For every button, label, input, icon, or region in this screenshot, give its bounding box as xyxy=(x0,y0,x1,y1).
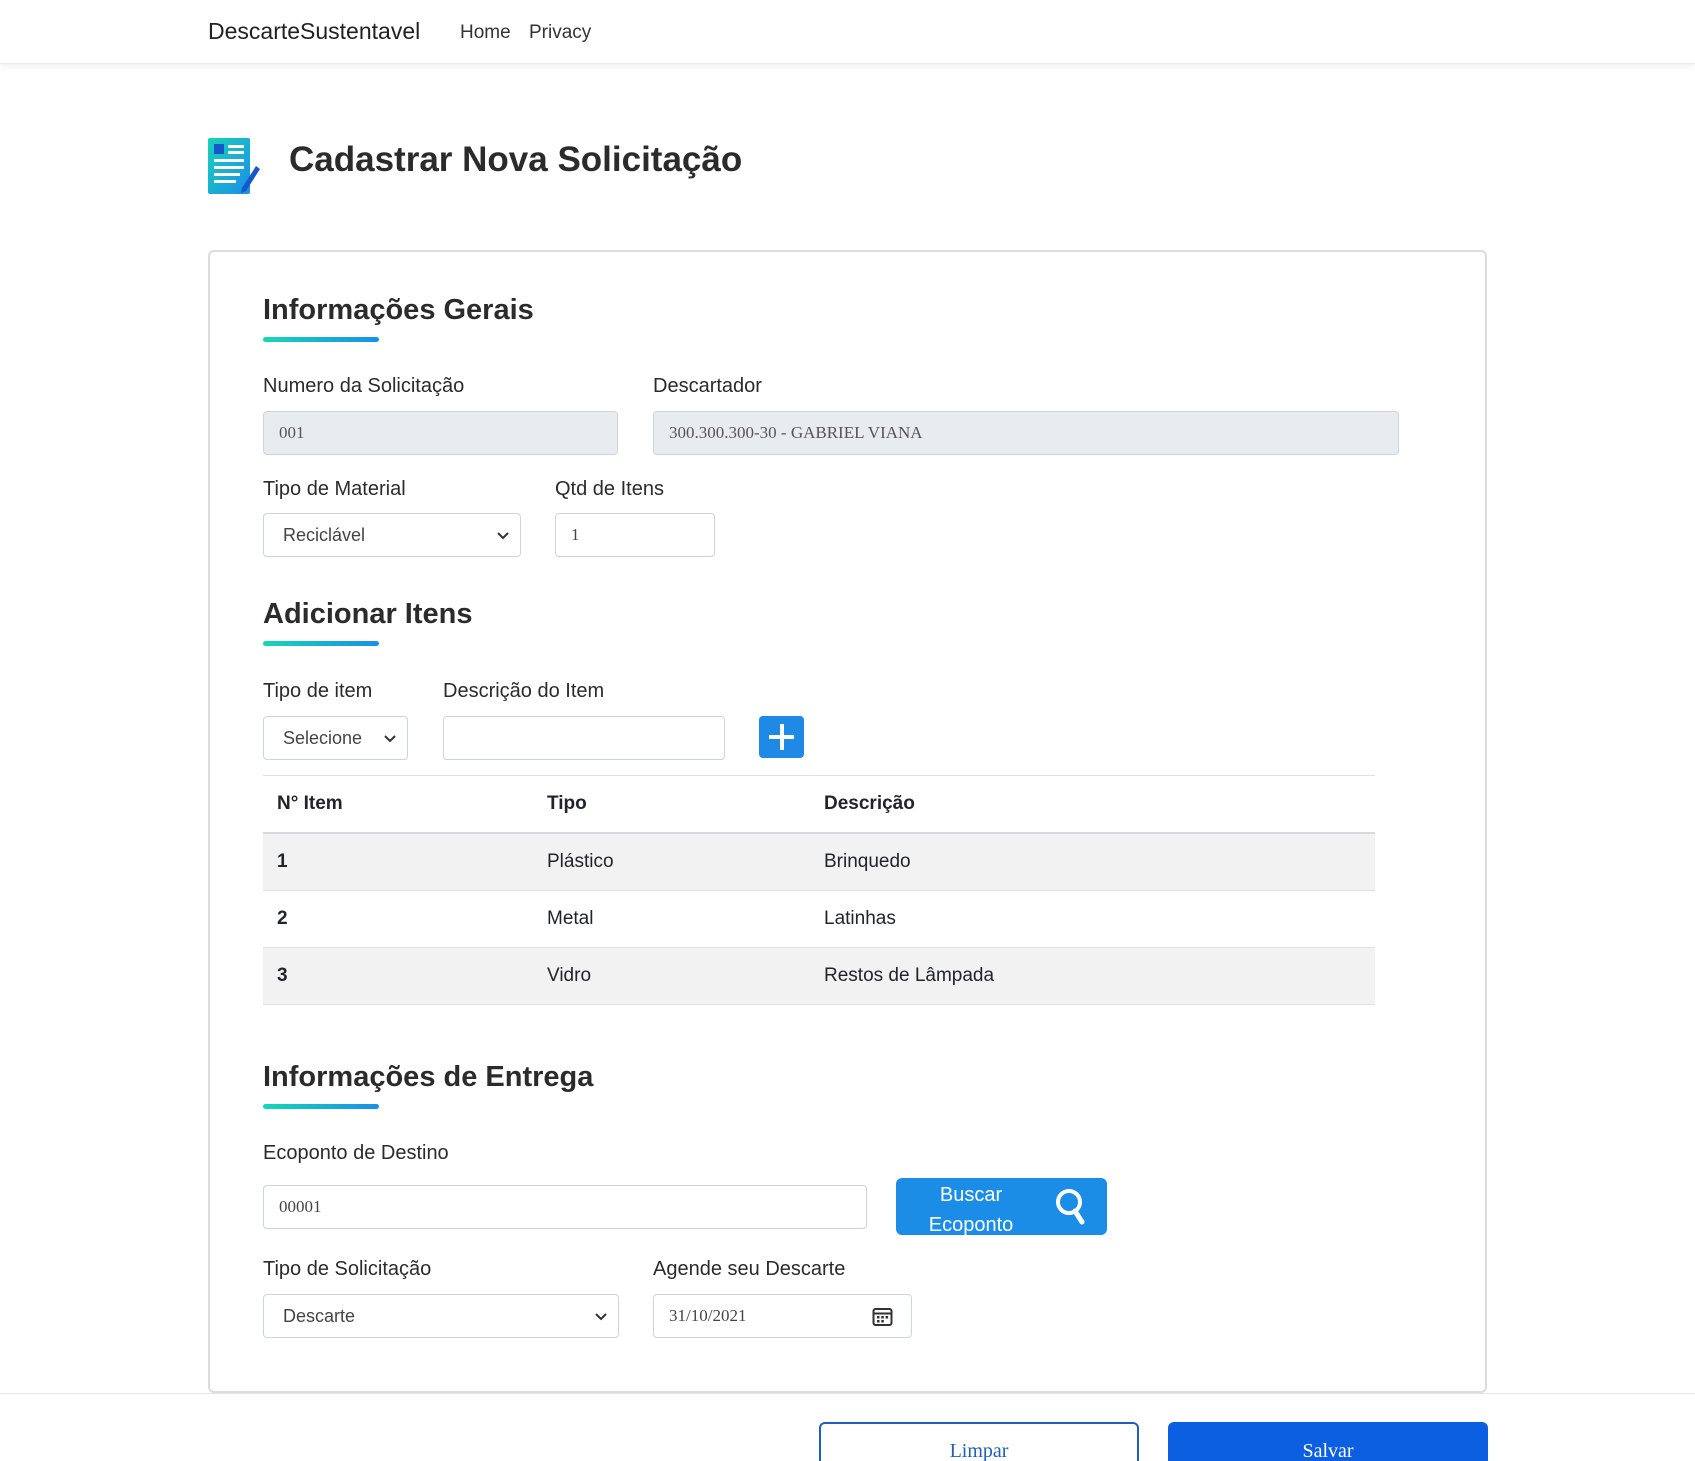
salvar-button[interactable]: Salvar xyxy=(1168,1422,1488,1461)
section-underline xyxy=(263,337,379,342)
chevron-down-icon xyxy=(384,735,396,743)
footer-divider xyxy=(0,1393,1695,1394)
descartador-label: Descartador xyxy=(653,375,762,397)
qtd-input[interactable]: 1 xyxy=(555,513,715,557)
section-title-delivery: Informações de Entrega xyxy=(263,1061,594,1093)
page-title: Cadastrar Nova Solicitação xyxy=(289,140,743,179)
nav-home-link[interactable]: Home xyxy=(460,22,511,44)
table-cell-tipo: Vidro xyxy=(547,965,592,986)
table-cell-descricao: Restos de Lâmpada xyxy=(824,965,995,986)
agende-label: Agende seu Descarte xyxy=(653,1258,846,1280)
buscar-ecoponto-button[interactable]: Buscar Ecoponto xyxy=(896,1178,1107,1236)
table-cell-descricao: Latinhas xyxy=(824,908,896,929)
table-cell-item: 3 xyxy=(277,965,288,986)
chevron-down-icon xyxy=(497,532,509,540)
tipo-solicitacao-value: Descarte xyxy=(283,1305,356,1326)
numero-value: 001 xyxy=(279,423,305,442)
tipo-item-select[interactable]: Selecione xyxy=(263,716,408,760)
table-row[interactable]: 2 Metal Latinhas xyxy=(263,891,1375,948)
descricao-item-label: Descrição do Item xyxy=(443,680,605,702)
qtd-label: Qtd de Itens xyxy=(555,478,664,500)
agende-value: 31/10/2021 xyxy=(669,1306,747,1325)
descartador-value: 300.300.300-30 - GABRIEL VIANA xyxy=(669,423,923,442)
table-row[interactable]: 3 Vidro Restos de Lâmpada xyxy=(263,948,1375,1005)
tipo-item-value: Selecione xyxy=(283,727,363,748)
ecoponto-value: 00001 xyxy=(279,1197,322,1216)
section-underline xyxy=(263,641,379,646)
table-cell-tipo: Plástico xyxy=(547,851,614,872)
tipo-material-label: Tipo de Material xyxy=(263,478,406,500)
descartador-field[interactable]: 300.300.300-30 - GABRIEL VIANA xyxy=(653,411,1399,455)
agende-date-input[interactable]: 31/10/2021 xyxy=(653,1294,912,1338)
tipo-material-select[interactable]: Reciclável xyxy=(263,513,521,557)
navbar: DescarteSustentavel Home Privacy xyxy=(0,0,1695,64)
section-title-general: Informações Gerais xyxy=(263,294,534,326)
table-cell-item: 1 xyxy=(277,851,288,872)
calendar-icon[interactable] xyxy=(872,1306,893,1327)
table-header-item: N° Item xyxy=(277,793,343,814)
document-edit-icon xyxy=(208,138,260,194)
tipo-solicitacao-select[interactable]: Descarte xyxy=(263,1294,619,1338)
numero-label: Numero da Solicitação xyxy=(263,375,465,397)
chevron-down-icon xyxy=(595,1313,607,1321)
items-table: N° Item Tipo Descrição 1 Plástico Brinqu… xyxy=(263,775,1375,1005)
buscar-ecoponto-label: Buscar Ecoponto xyxy=(928,1184,1014,1236)
table-cell-item: 2 xyxy=(277,908,288,929)
search-icon xyxy=(1056,1189,1085,1225)
nav-privacy-link[interactable]: Privacy xyxy=(529,22,591,44)
section-underline xyxy=(263,1104,379,1109)
tipo-material-value: Reciclável xyxy=(283,524,366,545)
table-header-tipo: Tipo xyxy=(547,793,587,814)
table-cell-descricao: Brinquedo xyxy=(824,851,911,872)
table-header-row: N° Item Tipo Descrição xyxy=(263,776,1375,834)
brand-link[interactable]: DescarteSustentavel xyxy=(208,18,420,45)
ecoponto-label: Ecoponto de Destino xyxy=(263,1142,449,1164)
limpar-button[interactable]: Limpar xyxy=(819,1422,1139,1461)
add-item-button[interactable] xyxy=(759,716,804,758)
table-row[interactable]: 1 Plástico Brinquedo xyxy=(263,834,1375,891)
descricao-item-input[interactable] xyxy=(443,716,725,760)
table-header-descricao: Descrição xyxy=(824,793,915,814)
tipo-solicitacao-label: Tipo de Solicitação xyxy=(263,1258,432,1280)
numero-field[interactable]: 001 xyxy=(263,411,618,455)
table-cell-tipo: Metal xyxy=(547,908,594,929)
ecoponto-input[interactable]: 00001 xyxy=(263,1185,867,1229)
tipo-item-label: Tipo de item xyxy=(263,680,373,702)
qtd-value: 1 xyxy=(571,525,580,544)
section-title-items: Adicionar Itens xyxy=(263,598,473,630)
